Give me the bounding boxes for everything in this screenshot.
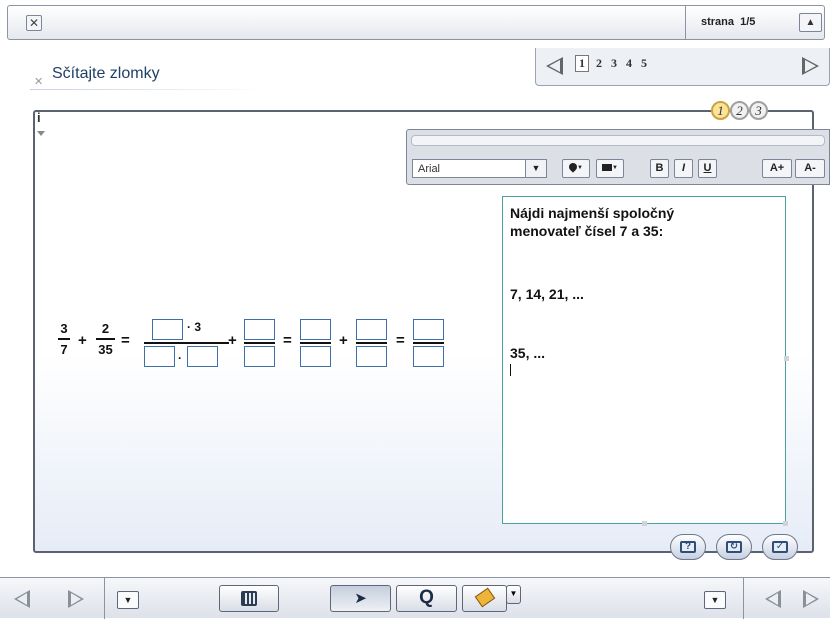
answer-input[interactable]: [356, 319, 387, 340]
zoom-tool-button[interactable]: Q: [396, 585, 457, 612]
fraction-3-7: 3 7: [58, 321, 70, 357]
divider: [104, 578, 105, 619]
denominator: 7: [60, 341, 68, 357]
resize-handle[interactable]: [784, 356, 789, 361]
step-3-button[interactable]: 3: [749, 101, 768, 120]
divider: [743, 578, 744, 619]
highlighter-tool-button[interactable]: [462, 585, 507, 612]
fraction-bar: [58, 338, 70, 340]
divider: [685, 6, 686, 39]
previous-page-icon[interactable]: [546, 57, 563, 75]
plus-sign: +: [339, 332, 348, 349]
page-link-5[interactable]: 5: [641, 56, 647, 71]
fraction-2-35: 2 35: [96, 321, 115, 357]
step-1-button[interactable]: 1: [711, 101, 730, 120]
next-icon[interactable]: [803, 590, 819, 608]
note-textbox[interactable]: Nájdi najmenší spoločný menovateľ čísel …: [502, 196, 786, 524]
decrease-font-button[interactable]: A-: [795, 159, 825, 178]
note-line-4: 35, ...: [510, 345, 546, 361]
bottom-toolbar: ▼ ➤ Q ▼ ▼: [0, 577, 830, 619]
italic-button[interactable]: I: [674, 159, 693, 178]
reset-button[interactable]: ↻: [716, 534, 752, 560]
check-button[interactable]: ✓: [762, 534, 798, 560]
close-exercise-icon[interactable]: ✕: [34, 75, 43, 88]
fraction-bar: [356, 342, 387, 344]
equals-sign: =: [396, 332, 405, 349]
fraction-bar: [300, 342, 331, 344]
pointer-icon: ➤: [354, 590, 367, 607]
info-icon[interactable]: i: [37, 110, 41, 125]
page-indicator: strana 1/5: [701, 16, 756, 28]
top-bar: ✕ strana 1/5 ▲: [7, 5, 825, 40]
numerator: 2: [101, 321, 110, 336]
chevron-down-icon[interactable]: ▼: [525, 160, 546, 177]
equals-sign: =: [283, 332, 292, 349]
answer-input[interactable]: [300, 346, 331, 367]
pointer-tool-button[interactable]: ➤: [330, 585, 391, 612]
increase-font-button[interactable]: A+: [762, 159, 792, 178]
answer-input[interactable]: [300, 319, 331, 340]
next-page-icon[interactable]: [802, 57, 819, 75]
font-select-value: Arial: [418, 163, 441, 175]
plus-sign: +: [228, 332, 237, 349]
text-cursor: [510, 364, 511, 376]
answer-input[interactable]: [244, 346, 275, 367]
answer-input[interactable]: [413, 319, 444, 340]
answer-input[interactable]: [187, 346, 218, 367]
calculator-icon: [241, 591, 257, 606]
page-link-3[interactable]: 3: [611, 56, 617, 71]
answer-input[interactable]: [413, 346, 444, 367]
step-2-button[interactable]: 2: [730, 101, 749, 120]
equals-sign: =: [121, 332, 130, 349]
calculator-button[interactable]: [219, 585, 279, 612]
close-icon[interactable]: ✕: [26, 15, 42, 31]
menu-dropdown-icon[interactable]: ▼: [704, 591, 726, 609]
highlighter-icon: [474, 587, 495, 608]
answer-input[interactable]: [144, 346, 175, 367]
denominator: 35: [98, 341, 113, 357]
page-link-4[interactable]: 4: [626, 56, 632, 71]
multiply-dot-label: ·: [178, 351, 182, 365]
text-color-icon[interactable]: ▼: [562, 159, 590, 178]
page-link-1[interactable]: 1: [575, 55, 589, 72]
plus-sign: +: [78, 332, 87, 349]
menu-dropdown-icon[interactable]: ▼: [117, 591, 139, 609]
answer-input[interactable]: [244, 319, 275, 340]
note-line-3: 7, 14, 21, ...: [510, 286, 584, 302]
fraction-equation: 3 7 + 2 35 = · 3 · + = + =: [58, 319, 478, 369]
page-navigator: 1 2 3 4 5: [535, 48, 830, 86]
note-line-1: Nájdi najmenší spoločný: [510, 205, 675, 221]
exercise-title: Sčítajte zlomky: [52, 65, 160, 82]
highlighter-dropdown-icon[interactable]: ▼: [506, 585, 521, 604]
answer-input[interactable]: [152, 319, 183, 340]
note-line-2: menovateľ čísel 7 a 35:: [510, 223, 664, 239]
previous-icon[interactable]: [765, 590, 781, 608]
bold-button[interactable]: B: [650, 159, 669, 178]
magnifier-icon: Q: [419, 587, 434, 608]
page-link-2[interactable]: 2: [596, 56, 602, 71]
multiply-three-label: · 3: [187, 320, 202, 334]
fraction-bar: [96, 338, 115, 340]
next-icon[interactable]: [68, 590, 84, 608]
numerator: 3: [60, 321, 68, 336]
fraction-bar: [413, 342, 444, 344]
info-dropdown-icon[interactable]: [37, 131, 45, 136]
title-underline: [30, 89, 270, 90]
answer-input[interactable]: [356, 346, 387, 367]
text-editor-toolbar: Arial ▼ ▼ ▼ B I U A+ A-: [406, 129, 830, 185]
underline-button[interactable]: U: [698, 159, 717, 178]
fraction-bar: [144, 342, 229, 344]
background-color-icon[interactable]: ▼: [596, 159, 624, 178]
resize-handle[interactable]: [642, 521, 647, 526]
previous-icon[interactable]: [14, 590, 30, 608]
collapse-up-icon[interactable]: ▲: [799, 13, 822, 32]
toolbar-drag-handle[interactable]: [411, 135, 825, 146]
fraction-bar: [244, 342, 275, 344]
resize-handle[interactable]: [783, 521, 788, 526]
font-select[interactable]: Arial ▼: [412, 159, 547, 178]
hint-button[interactable]: ?: [670, 534, 706, 560]
